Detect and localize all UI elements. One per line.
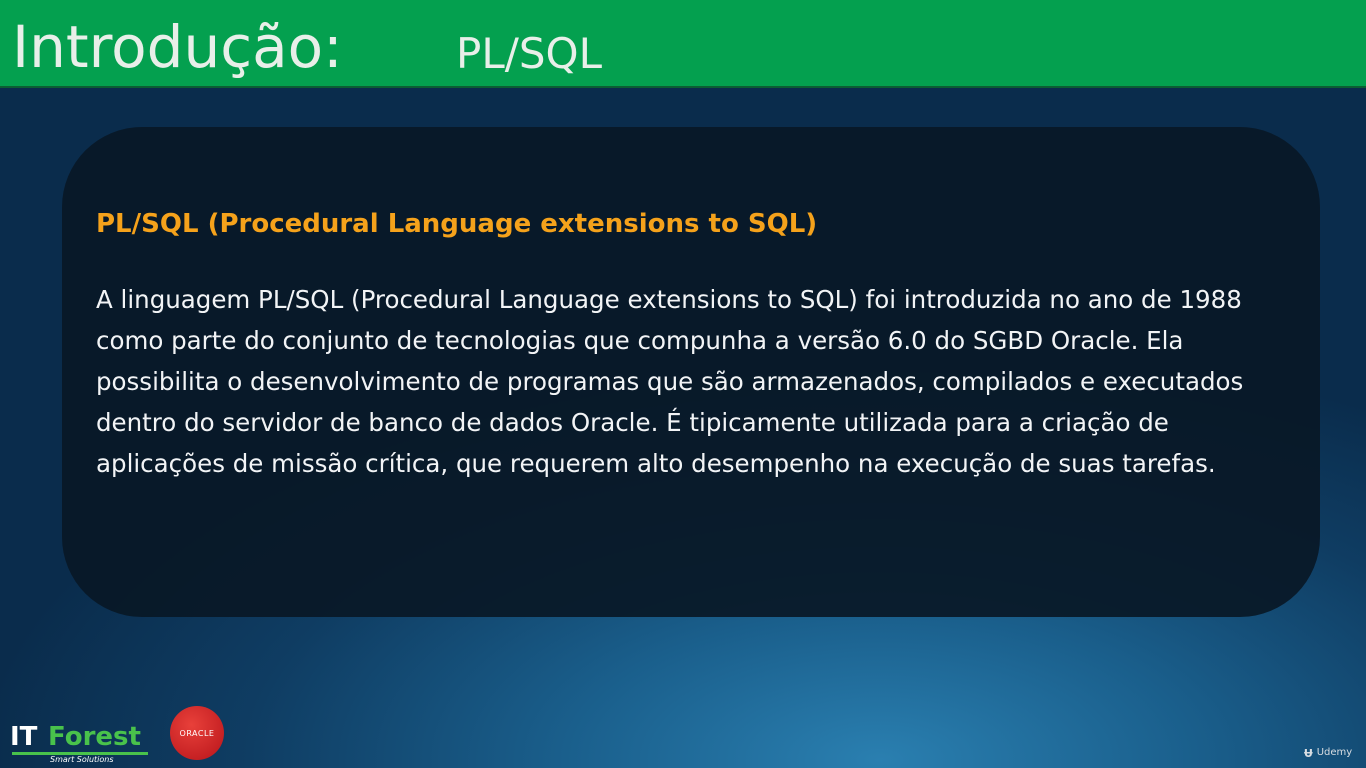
it-forest-logo-it: IT — [10, 722, 38, 752]
slide-title: Introdução: — [12, 13, 343, 81]
content-box: PL/SQL (Procedural Language extensions t… — [62, 127, 1320, 617]
content-paragraph: A linguagem PL/SQL (Procedural Language … — [96, 285, 1244, 478]
udemy-text: Udemy — [1316, 746, 1353, 758]
slide-subtitle: PL/SQL — [456, 29, 602, 78]
udemy-watermark: ᵾ Udemy — [1304, 742, 1352, 762]
oracle-logo-text: ORACLE — [179, 728, 215, 738]
oracle-logo: ORACLE — [170, 706, 224, 760]
content-heading: PL/SQL (Procedural Language extensions t… — [96, 209, 818, 239]
slide-header: Introdução: PL/SQL — [0, 0, 1366, 88]
it-forest-logo: IT Forest Smart Solutions — [10, 720, 150, 766]
udemy-icon: ᵾ — [1304, 743, 1313, 761]
it-forest-logo-forest: Forest — [48, 722, 141, 752]
it-forest-logo-tagline: Smart Solutions — [50, 755, 114, 764]
